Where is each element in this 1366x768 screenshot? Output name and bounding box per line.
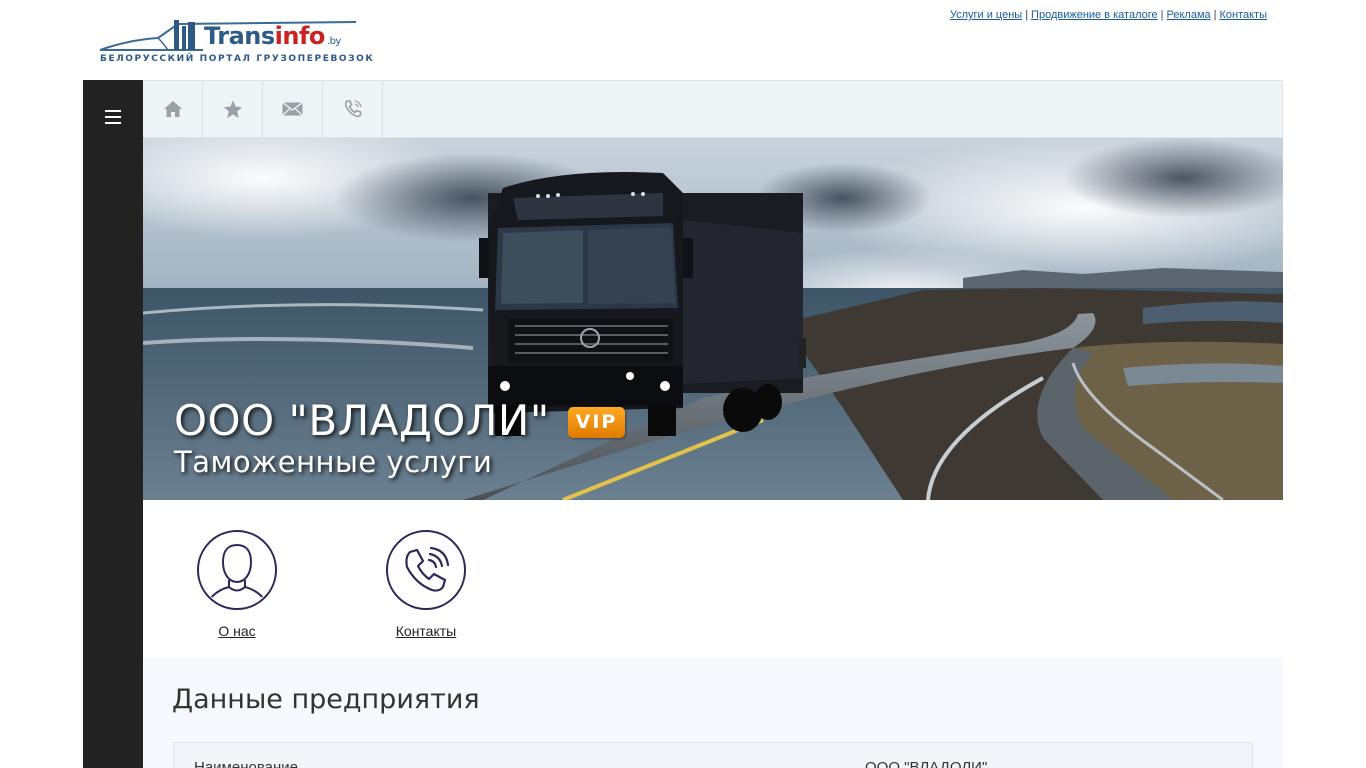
- phone-icon: [344, 100, 362, 118]
- company-data-title: Данные предприятия: [172, 684, 480, 715]
- toolbar: [143, 80, 1283, 138]
- hero-banner: ООО "ВЛАДОЛИ" VIP Таможенные услуги: [143, 138, 1283, 500]
- vip-badge: VIP: [568, 407, 625, 438]
- hamburger-menu-icon[interactable]: [105, 110, 121, 124]
- toolbar-phone-button[interactable]: [323, 81, 383, 137]
- logo-slogan: БЕЛОРУССКИЙ ПОРТАЛ ГРУЗОПЕРЕВОЗОК: [100, 54, 375, 64]
- sidebar: [83, 80, 143, 768]
- star-icon: [223, 100, 242, 118]
- about-circle: [197, 530, 277, 610]
- site-logo[interactable]: Transinfo .by БЕЛОРУССКИЙ ПОРТАЛ ГРУЗОПЕР…: [98, 16, 373, 68]
- company-subtitle: Таможенные услуги: [174, 445, 493, 479]
- link-services-prices[interactable]: Услуги и цены: [950, 9, 1022, 21]
- contacts-circle: [386, 530, 466, 610]
- company-name-key: Наименование: [194, 759, 298, 768]
- link-advertising[interactable]: Реклама: [1167, 9, 1211, 21]
- link-catalog-promotion[interactable]: Продвижение в каталоге: [1031, 9, 1158, 21]
- link-separator: |: [1025, 9, 1029, 21]
- company-title: ООО "ВЛАДОЛИ": [174, 396, 550, 445]
- toolbar-favorites-button[interactable]: [203, 81, 263, 137]
- page: Transinfo .by БЕЛОРУССКИЙ ПОРТАЛ ГРУЗОПЕР…: [0, 0, 1366, 768]
- top-nav-links: Услуги и цены | Продвижение в каталоге | Рек…: [950, 9, 1267, 21]
- person-icon: [208, 543, 266, 607]
- toolbar-home-button[interactable]: [143, 81, 203, 137]
- mail-icon: [282, 102, 303, 116]
- toolbar-mail-button[interactable]: [263, 81, 323, 137]
- company-name-value: ООО "ВЛАДОЛИ": [865, 759, 988, 768]
- quick-link-contacts[interactable]: Контакты: [356, 530, 496, 640]
- home-icon: [163, 101, 182, 117]
- quick-link-about-label[interactable]: О нас: [218, 623, 255, 639]
- company-data-table: Наименование ООО "ВЛАДОЛИ": [173, 742, 1253, 768]
- logo-wordmark: Transinfo .by: [204, 22, 341, 50]
- quick-link-contacts-label[interactable]: Контакты: [396, 623, 456, 639]
- phone-ringing-icon: [405, 546, 450, 592]
- link-contacts[interactable]: Контакты: [1219, 9, 1267, 21]
- link-separator: |: [1213, 9, 1217, 21]
- company-data-section: Данные предприятия Наименование ООО "ВЛА…: [143, 658, 1283, 768]
- link-separator: |: [1160, 9, 1164, 21]
- quick-link-about[interactable]: О нас: [167, 530, 307, 640]
